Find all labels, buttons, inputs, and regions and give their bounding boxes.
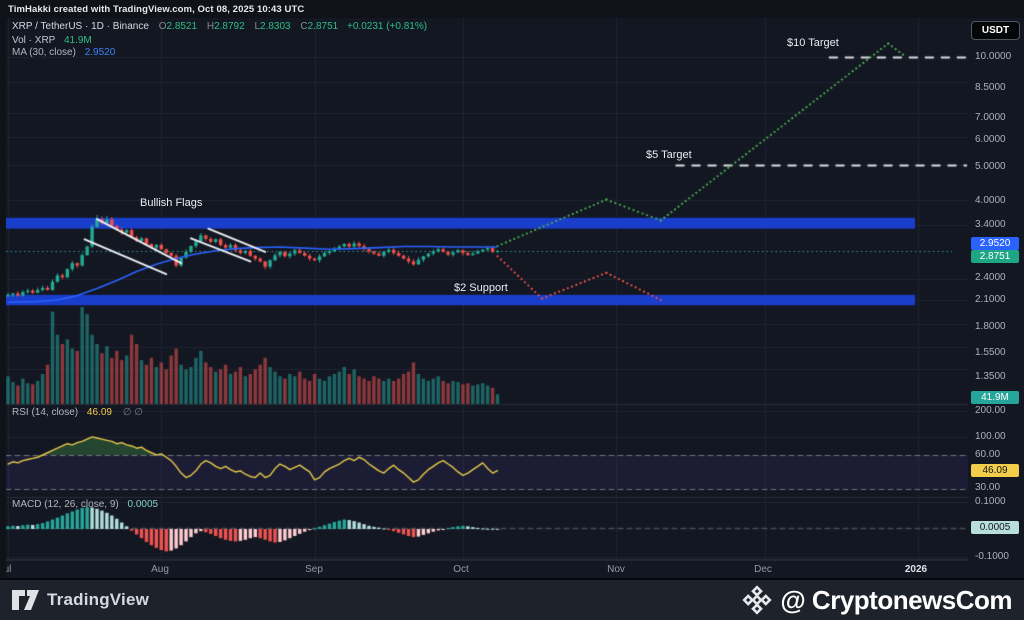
price-axis-label: 1.8000: [975, 321, 1006, 332]
attribution-bar: TimHakki created with TradingView.com, O…: [0, 0, 1024, 18]
binance-diamond-icon: [742, 585, 772, 615]
price-axis-label: 200.00: [975, 405, 1006, 416]
time-axis-label: Aug: [151, 564, 169, 575]
attribution-text: TimHakki created with TradingView.com, O…: [8, 3, 305, 15]
tradingview-brand[interactable]: TradingView: [12, 589, 149, 611]
volume-legend-row: Vol · XRP 41.9M: [12, 35, 92, 46]
annotation-2-support: $2 Support: [454, 282, 508, 294]
time-axis-label: Jul: [6, 564, 12, 575]
annotation-bullish-flags: Bullish Flags: [140, 197, 203, 209]
price-axis-label: 4.0000: [975, 195, 1006, 206]
price-axis-label: 60.00: [975, 449, 1001, 460]
time-axis-label: 2026: [904, 564, 928, 575]
rsi-value: 46.09: [86, 407, 112, 418]
rsi-legend-row: RSI (14, close) 46.09 ∅ ∅: [12, 407, 143, 418]
ma-label[interactable]: MA (30, close): [12, 47, 76, 58]
left-margin-strip: [0, 18, 6, 578]
price-axis-label: 2.1000: [975, 294, 1006, 305]
price-axis-label: 100.00: [975, 431, 1006, 442]
price-axis-label: 1.3500: [975, 371, 1006, 382]
tradingview-chart-export: TimHakki created with TradingView.com, O…: [0, 0, 1024, 620]
macd-value: 0.0005: [127, 499, 159, 510]
ma-value: 2.9520: [84, 47, 116, 58]
price-axis-label: 10.0000: [975, 51, 1012, 62]
footer-bar: TradingView @ CryptonewsCom: [0, 578, 1024, 620]
price-axis-badge: 46.09: [971, 464, 1019, 477]
ma-legend-row: MA (30, close) 2.9520: [12, 47, 115, 58]
time-axis-label: Oct: [453, 564, 469, 575]
rsi-hidden-values-icon: ∅ ∅: [122, 407, 143, 418]
rsi-label[interactable]: RSI (14, close): [12, 407, 78, 418]
macd-label[interactable]: MACD (12, 26, close, 9): [12, 499, 119, 510]
price-axis-label: 3.4000: [975, 219, 1006, 230]
price-axis-label: 5.0000: [975, 161, 1006, 172]
change-value: +0.0231 (+0.81%): [347, 21, 428, 32]
annotation-10-target: $10 Target: [787, 37, 839, 49]
time-axis[interactable]: Jul Aug Sep Oct Nov Dec 2026: [6, 560, 968, 579]
time-axis-label: Dec: [754, 564, 772, 575]
price-axis-label: -0.1000: [975, 551, 1009, 562]
symbol-legend-row: XRP / TetherUS · 1D · Binance O2.8521 H2…: [12, 21, 427, 32]
price-axis-label: 8.5000: [975, 82, 1006, 93]
annotation-5-target: $5 Target: [646, 149, 692, 161]
close-value: 2.8751: [307, 21, 339, 32]
macd-legend-row: MACD (12, 26, close, 9) 0.0005: [12, 499, 158, 510]
time-axis-label: Nov: [607, 564, 625, 575]
price-axis-label: 0.1000: [975, 496, 1006, 507]
price-axis-badge: 0.0005: [971, 521, 1019, 534]
price-axis-label: 30.00: [975, 482, 1001, 493]
price-axis-label: 7.0000: [975, 112, 1006, 123]
high-value: 2.8792: [214, 21, 245, 32]
time-axis-label: Sep: [305, 564, 323, 575]
price-axis[interactable]: 10.0000 8.5000 7.0000 6.0000 5.0000 4.0000 3.4…: [968, 18, 1024, 562]
open-value: 2.8521: [166, 21, 198, 32]
tradingview-logo-icon: [12, 590, 39, 610]
price-axis-badge: 41.9M: [971, 391, 1019, 404]
price-axis-badge: 2.8751: [971, 250, 1019, 263]
high-label: H: [206, 21, 215, 32]
price-axis-badge: 2.9520: [971, 237, 1019, 250]
cryptonews-credit: @ CryptonewsCom: [742, 585, 1012, 616]
volume-label[interactable]: Vol · XRP: [12, 35, 55, 46]
symbol-title[interactable]: XRP / TetherUS · 1D · Binance: [12, 21, 149, 32]
volume-value: 41.9M: [63, 35, 92, 46]
price-axis-label: 6.0000: [975, 134, 1006, 145]
price-axis-label: 2.4000: [975, 272, 1006, 283]
credit-text: @ CryptonewsCom: [780, 584, 1012, 615]
low-value: 2.8303: [260, 21, 291, 32]
tradingview-brand-text: TradingView: [47, 590, 150, 609]
price-axis-label: 1.5500: [975, 347, 1006, 358]
close-label: C: [300, 21, 308, 32]
